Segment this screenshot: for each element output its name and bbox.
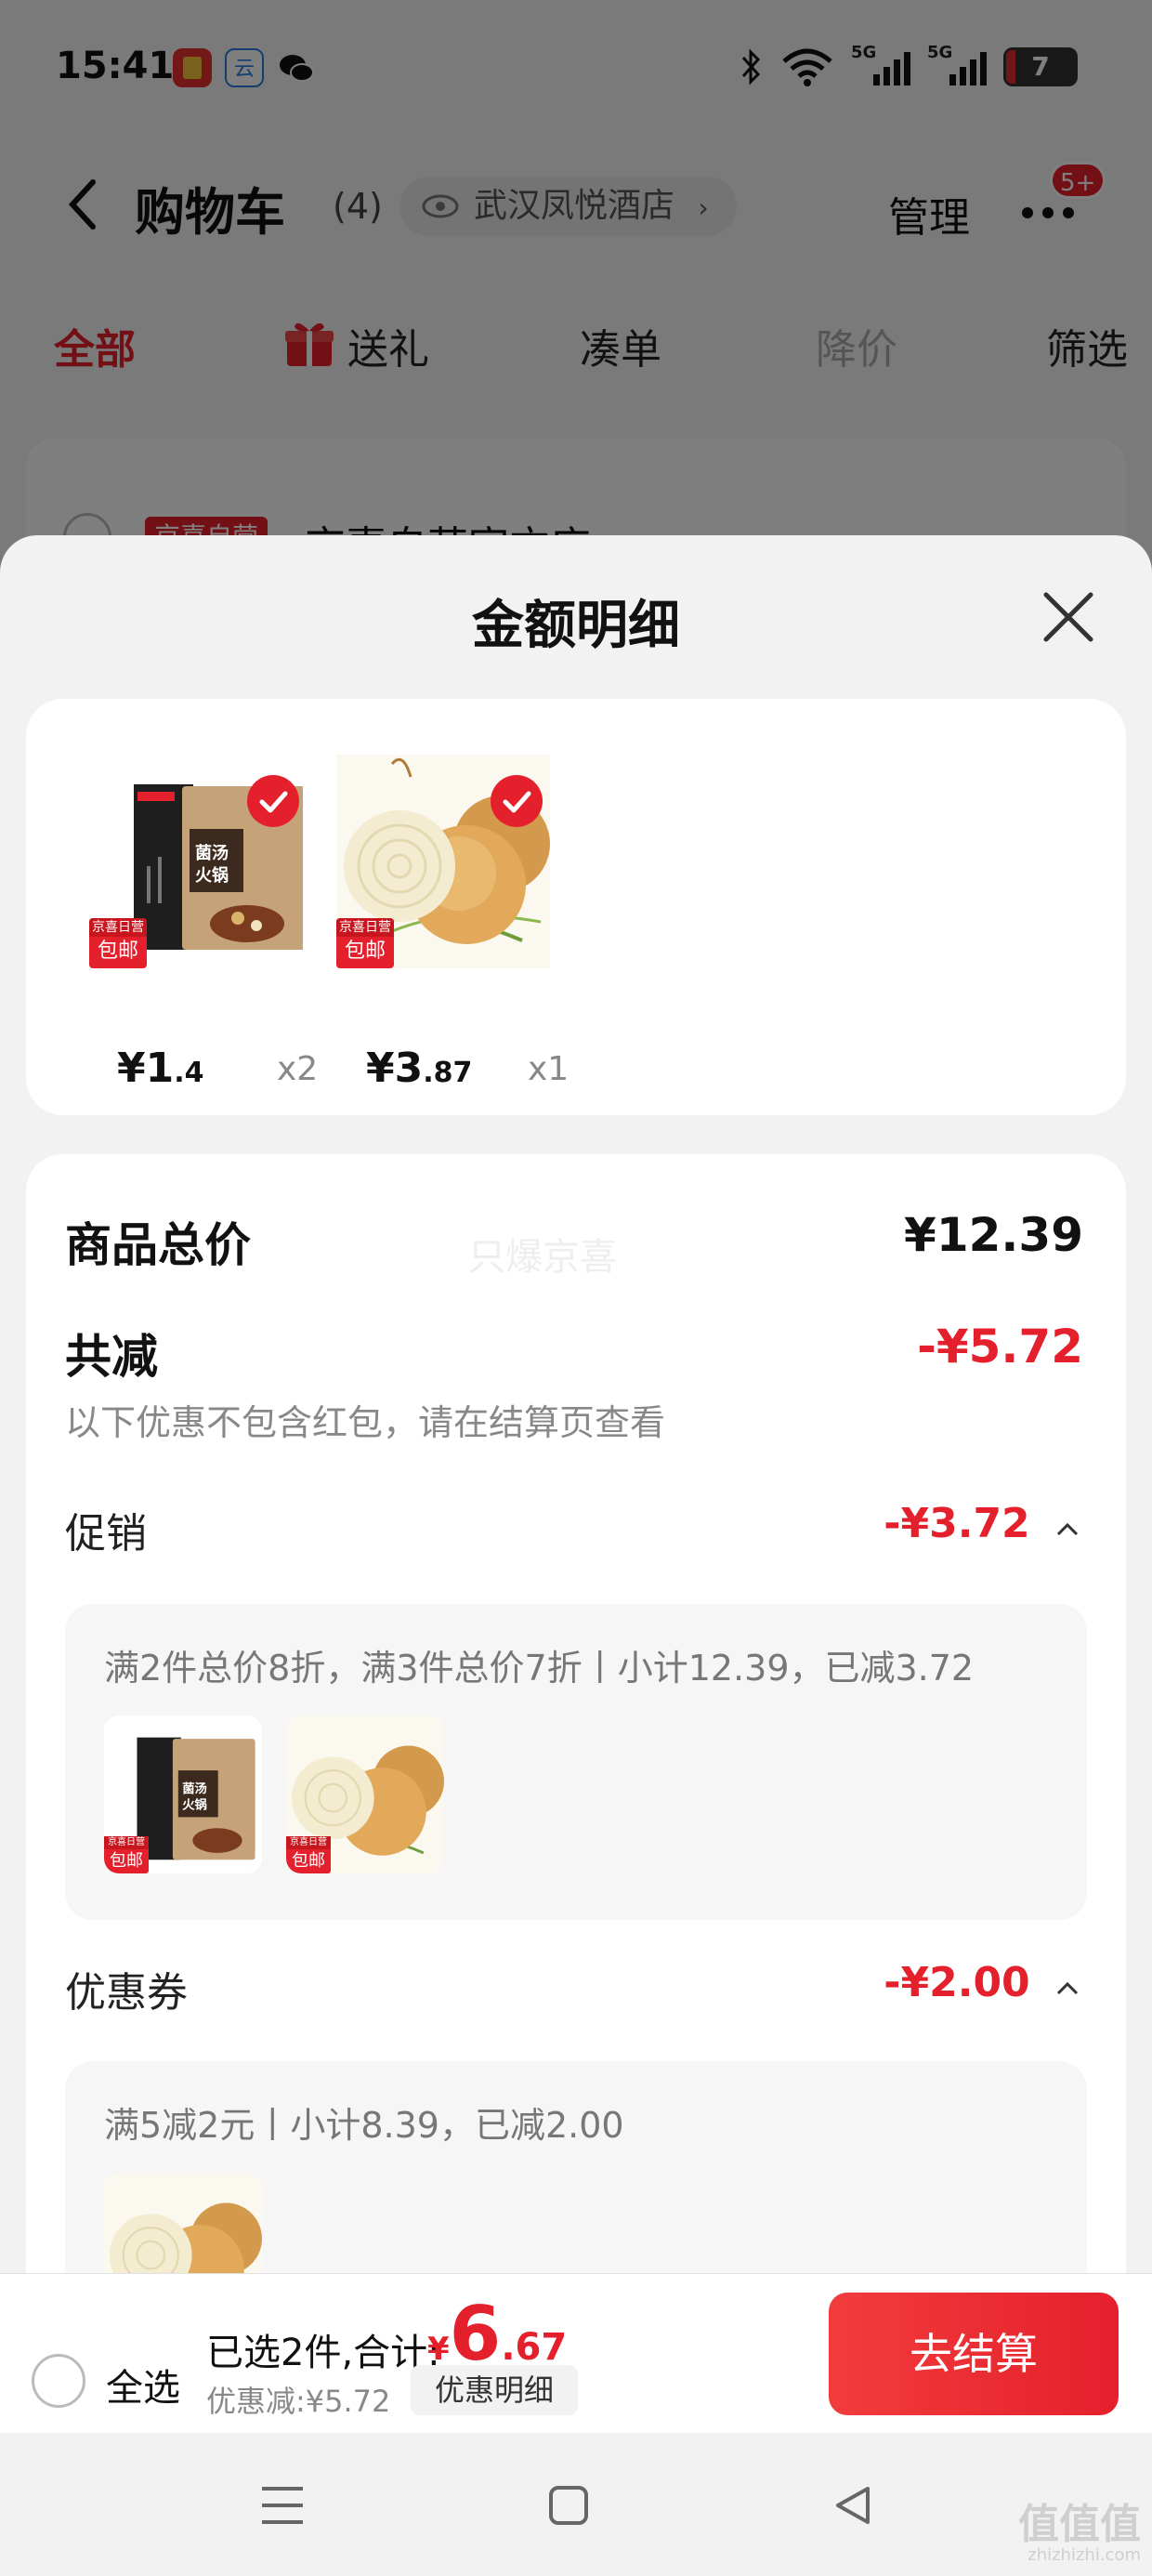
promo-item-onion-thumb: 京喜日营 包邮	[286, 1715, 444, 1873]
close-icon[interactable]	[1041, 589, 1096, 645]
menu-icon[interactable]	[260, 2485, 305, 2526]
discount-detail-button[interactable]: 优惠明细	[411, 2365, 578, 2415]
free-shipping-tag: 京喜日营 包邮	[336, 918, 394, 968]
free-shipping-tag: 京喜日营 包邮	[104, 1836, 149, 1873]
product-quantity: x2	[277, 1050, 319, 1088]
overlay-mask[interactable]	[0, 0, 1152, 576]
total-discount-label: 共减	[65, 1330, 158, 1384]
coupon-toggle[interactable]: -¥2.00	[884, 1959, 1080, 2006]
selected-count-text: 已选2件,合计:	[206, 2332, 440, 2374]
coupon-desc: 满5减2元丨小计8.39，已减2.00	[104, 2105, 624, 2146]
svg-text:火锅: 火锅	[182, 1798, 207, 1813]
product-price: ¥3.87	[366, 1045, 473, 1092]
product-quantity: x1	[528, 1050, 569, 1088]
free-shipping-tag: 京喜日营 包邮	[286, 1836, 331, 1873]
discount-summary: 优惠减:¥5.72	[206, 2384, 391, 2419]
promotion-value: -¥3.72	[884, 1500, 1030, 1547]
chevron-up-icon	[1056, 1981, 1079, 1995]
goods-total-value: ¥12.39	[904, 1208, 1083, 1262]
promo-item-hotpot-thumb: 菌汤 火锅 京喜日营 包邮	[104, 1715, 262, 1873]
svg-text:火锅: 火锅	[195, 865, 229, 886]
total-discount-value: -¥5.72	[917, 1320, 1083, 1373]
home-icon[interactable]	[548, 2485, 589, 2526]
promotion-toggle[interactable]: -¥3.72	[884, 1500, 1080, 1547]
svg-text:菌汤: 菌汤	[195, 844, 229, 863]
checked-icon	[491, 775, 543, 827]
promotion-label: 促销	[65, 1510, 147, 1557]
checkout-bar: 全选 已选2件,合计: ¥6.67 优惠减:¥5.72 优惠明细 去结算	[0, 2273, 1152, 2433]
site-watermark: 值值值 zhizhizhi.com	[1018, 2501, 1141, 2565]
free-shipping-tag: 京喜日营 包邮	[89, 918, 147, 968]
coupon-label: 优惠券	[65, 1969, 188, 2017]
discount-note: 以下优惠不包含红包，请在结算页查看	[65, 1402, 666, 1443]
checkout-button[interactable]: 去结算	[829, 2293, 1119, 2415]
promotion-desc: 满2件总价8折，满3件总价7折丨小计12.39，已减3.72	[104, 1648, 975, 1689]
selected-products-card: 菌汤 火锅 京喜日营 包邮 ¥1.4 x2 京喜日营 包邮 ¥3.87 x1	[26, 699, 1126, 1115]
checked-icon	[247, 775, 299, 827]
select-all-radio[interactable]	[32, 2354, 85, 2408]
goods-total-label: 商品总价	[65, 1218, 251, 1272]
product-price: ¥1.4	[117, 1045, 204, 1092]
promotion-box: 满2件总价8折，满3件总价7折丨小计12.39，已减3.72 菌汤 火锅 京喜日…	[65, 1604, 1087, 1920]
chevron-up-icon	[1056, 1522, 1079, 1536]
watermark-text: 只爆京喜	[468, 1236, 617, 1279]
amount-detail-sheet: 金额明细 菌汤 火锅 京喜日营 包邮 ¥1.4 x2 京喜日营 包邮 ¥3.87…	[0, 535, 1152, 2576]
select-all-label[interactable]: 全选	[106, 2358, 180, 2412]
coupon-value: -¥2.00	[884, 1959, 1030, 2006]
system-nav-bar: 值值值 zhizhizhi.com	[0, 2433, 1152, 2576]
sheet-title: 金额明细	[472, 596, 680, 656]
svg-text:菌汤: 菌汤	[182, 1781, 207, 1796]
back-triangle-icon[interactable]	[832, 2485, 873, 2526]
